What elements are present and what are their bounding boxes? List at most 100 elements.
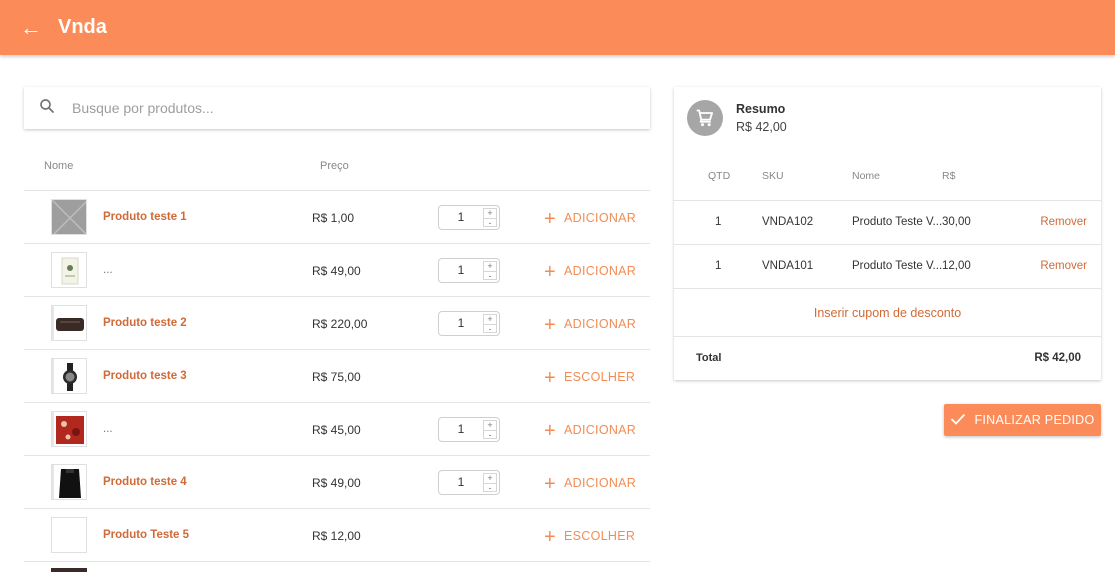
add-to-order-button[interactable]: + ADICIONAR <box>544 314 636 337</box>
total-value: R$ 42,00 <box>1034 352 1081 364</box>
order-summary-card: Resumo R$ 42,00 QTD SKU Nome R$ 1 VNDA10… <box>674 87 1101 380</box>
column-header-qtd: QTD <box>708 170 731 182</box>
product-thumbnail <box>51 358 87 394</box>
product-row: Produto teste 3 R$ 75,00 + ESCOLHER <box>24 350 650 403</box>
product-name[interactable]: ... <box>103 264 113 276</box>
product-row: Produto teste 4 R$ 49,00 1 + - + ADICIONAR <box>24 456 650 509</box>
plus-icon: + <box>544 367 556 389</box>
product-price: R$ 12,00 <box>312 529 361 543</box>
add-to-order-button[interactable]: + ADICIONAR <box>544 261 636 284</box>
total-label: Total <box>696 352 722 364</box>
summary-item-row: 1 VNDA102 Produto Teste V... 30,00 Remov… <box>674 201 1101 245</box>
product-thumbnail <box>51 199 87 235</box>
page-title: Vnda <box>58 16 107 38</box>
column-header-price: Preço <box>320 160 349 172</box>
product-thumbnail <box>51 517 87 553</box>
product-row: Produto Teste 5 R$ 12,00 + ESCOLHER <box>24 509 650 562</box>
item-qty: 1 <box>715 216 722 228</box>
product-name[interactable]: Produto teste 2 <box>103 317 187 329</box>
item-price: 30,00 <box>942 216 971 228</box>
remove-item-button[interactable]: Remover <box>1040 260 1087 272</box>
add-to-order-button[interactable]: + ADICIONAR <box>544 473 636 496</box>
decrement-button[interactable]: - <box>484 483 496 493</box>
choose-variant-button[interactable]: + ESCOLHER <box>544 367 635 390</box>
quantity-stepper[interactable]: 1 + - <box>438 205 500 230</box>
quantity-stepper[interactable]: 1 + - <box>438 311 500 336</box>
quantity-value[interactable]: 1 <box>439 471 483 494</box>
decrement-button[interactable]: - <box>484 218 496 228</box>
quantity-value[interactable]: 1 <box>439 259 483 282</box>
summary-subtotal: R$ 42,00 <box>736 120 787 134</box>
product-price: R$ 45,00 <box>312 423 361 437</box>
product-table: Nome Preço Produto teste 1 R$ 1,00 1 + - … <box>24 140 650 562</box>
remove-item-button[interactable]: Remover <box>1040 216 1087 228</box>
search-icon <box>38 97 56 120</box>
plus-icon: + <box>544 526 556 548</box>
app-bar: ← Vnda <box>0 0 1115 55</box>
product-thumbnail <box>51 305 87 341</box>
item-sku: VNDA101 <box>762 260 814 272</box>
quantity-stepper[interactable]: 1 + - <box>438 258 500 283</box>
product-thumbnail <box>51 568 87 572</box>
product-name[interactable]: Produto teste 3 <box>103 370 187 382</box>
product-price: R$ 49,00 <box>312 476 361 490</box>
summary-item-row: 1 VNDA101 Produto Teste V... 12,00 Remov… <box>674 245 1101 289</box>
column-header-name: Nome <box>852 170 881 182</box>
item-name: Produto Teste V... <box>852 216 943 228</box>
add-to-order-button[interactable]: + ADICIONAR <box>544 208 636 231</box>
product-name[interactable]: ... <box>103 423 113 435</box>
product-row: ... R$ 49,00 1 + - + ADICIONAR <box>24 244 650 297</box>
product-thumbnail <box>51 411 87 447</box>
column-header-price: R$ <box>942 170 956 182</box>
product-search-bar <box>24 87 650 129</box>
plus-icon: + <box>544 208 556 230</box>
product-price: R$ 49,00 <box>312 264 361 278</box>
item-sku: VNDA102 <box>762 216 814 228</box>
plus-icon: + <box>544 420 556 442</box>
decrement-button[interactable]: - <box>484 430 496 440</box>
product-row: ... R$ 45,00 1 + - + ADICIONAR <box>24 403 650 456</box>
increment-button[interactable]: + <box>484 474 496 483</box>
product-price: R$ 75,00 <box>312 370 361 384</box>
quantity-value[interactable]: 1 <box>439 206 483 229</box>
column-header-name: Nome <box>44 160 74 172</box>
finalize-order-label: FINALIZAR PEDIDO <box>974 413 1095 427</box>
choose-variant-button[interactable]: + ESCOLHER <box>544 526 635 549</box>
product-name[interactable]: Produto teste 4 <box>103 476 187 488</box>
item-price: 12,00 <box>942 260 971 272</box>
product-table-header: Nome Preço <box>24 140 650 191</box>
decrement-button[interactable]: - <box>484 324 496 334</box>
product-thumbnail <box>51 252 87 288</box>
summary-table-header: QTD SKU Nome R$ <box>674 154 1101 201</box>
arrow-back-icon[interactable]: ← <box>20 16 44 39</box>
insert-coupon-link[interactable]: Inserir cupom de desconto <box>674 289 1101 337</box>
increment-button[interactable]: + <box>484 209 496 218</box>
plus-icon: + <box>544 473 556 495</box>
plus-icon: + <box>544 314 556 336</box>
item-name: Produto Teste V... <box>852 260 943 272</box>
decrement-button[interactable]: - <box>484 271 496 281</box>
item-qty: 1 <box>715 260 722 272</box>
quantity-stepper[interactable]: 1 + - <box>438 470 500 495</box>
product-price: R$ 220,00 <box>312 317 368 331</box>
product-thumbnail <box>51 464 87 500</box>
quantity-value[interactable]: 1 <box>439 418 483 441</box>
product-row: Produto teste 2 R$ 220,00 1 + - + ADICIONA… <box>24 297 650 350</box>
product-row: Produto teste 1 R$ 1,00 1 + - + ADICIONAR <box>24 191 650 244</box>
finalize-order-button[interactable]: FINALIZAR PEDIDO <box>944 404 1101 436</box>
search-input[interactable] <box>72 100 592 116</box>
increment-button[interactable]: + <box>484 262 496 271</box>
column-header-sku: SKU <box>762 170 784 182</box>
summary-title: Resumo <box>736 102 786 116</box>
product-price: R$ 1,00 <box>312 211 355 225</box>
quantity-value[interactable]: 1 <box>439 312 483 335</box>
check-icon <box>950 412 966 428</box>
plus-icon: + <box>544 261 556 283</box>
product-name[interactable]: Produto teste 1 <box>103 211 187 223</box>
increment-button[interactable]: + <box>484 421 496 430</box>
quantity-stepper[interactable]: 1 + - <box>438 417 500 442</box>
product-name[interactable]: Produto Teste 5 <box>103 529 189 541</box>
shopping-cart-icon <box>687 100 723 136</box>
increment-button[interactable]: + <box>484 315 496 324</box>
add-to-order-button[interactable]: + ADICIONAR <box>544 420 636 443</box>
